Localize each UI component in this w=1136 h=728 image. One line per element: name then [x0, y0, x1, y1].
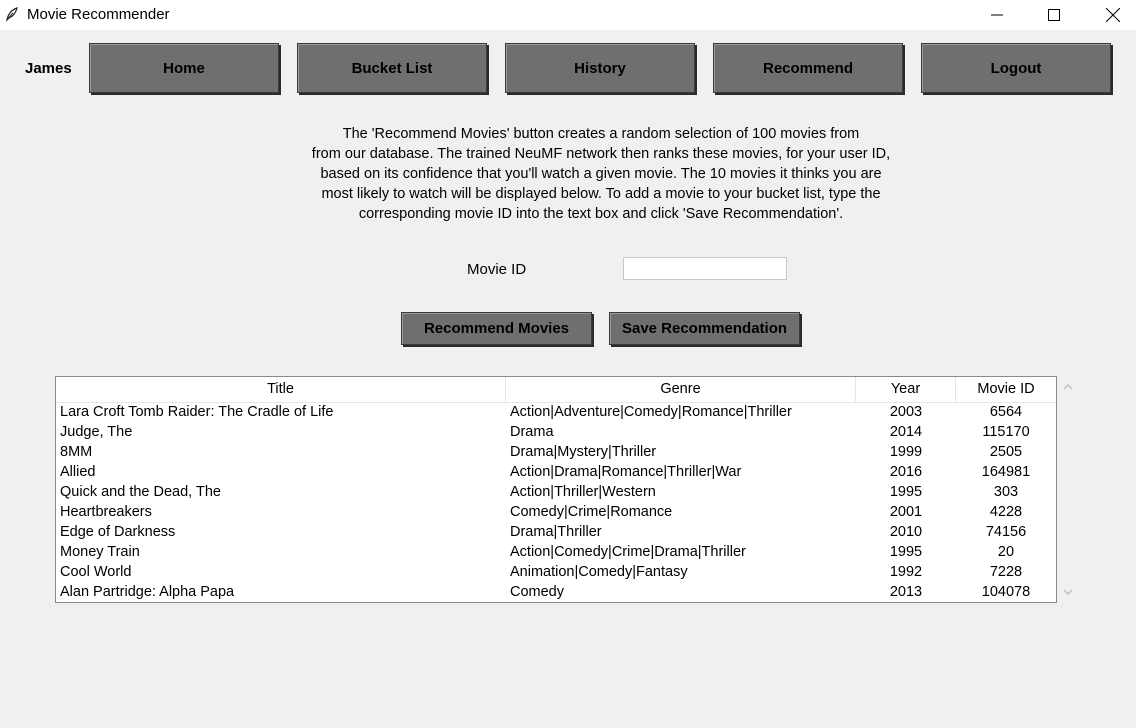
recommend-movies-button[interactable]: Recommend Movies: [401, 312, 592, 345]
cell-movie-id: 7228: [989, 564, 1023, 580]
cell-year: 1999: [889, 444, 923, 460]
table-row[interactable]: Quick and the Dead, The Action|Thriller|…: [56, 482, 1056, 502]
cell-movie-id: 6564: [989, 404, 1023, 420]
cell-title: 8MM: [60, 444, 93, 460]
save-recommendation-button[interactable]: Save Recommendation: [609, 312, 800, 345]
history-button[interactable]: History: [505, 43, 695, 93]
title-bar: Movie Recommender: [0, 0, 1136, 30]
movie-id-input[interactable]: [623, 257, 787, 280]
column-header-movie-id[interactable]: Movie ID: [956, 377, 1056, 402]
cell-year: 1995: [889, 484, 923, 500]
instructions-text: The 'Recommend Movies' button creates a …: [290, 124, 912, 224]
maximize-button[interactable]: [1031, 0, 1077, 30]
scroll-up-icon[interactable]: [1062, 381, 1074, 393]
table-row[interactable]: Lara Croft Tomb Raider: The Cradle of Li…: [56, 402, 1056, 422]
table-row[interactable]: Alan Partridge: Alpha Papa Comedy 2013 1…: [56, 582, 1056, 602]
feather-app-icon: [6, 7, 18, 22]
table-row[interactable]: Allied Action|Drama|Romance|Thriller|War…: [56, 462, 1056, 482]
cell-title: Heartbreakers: [60, 504, 152, 520]
table-header: Title Genre Year Movie ID: [56, 377, 1056, 403]
cell-genre: Action|Comedy|Crime|Drama|Thriller: [510, 544, 746, 560]
minimize-icon: [991, 14, 1003, 16]
table-row[interactable]: Edge of Darkness Drama|Thriller 2010 741…: [56, 522, 1056, 542]
cell-movie-id: 4228: [989, 504, 1023, 520]
cell-genre: Comedy|Crime|Romance: [510, 504, 673, 520]
bucket-list-button[interactable]: Bucket List: [297, 43, 487, 93]
recommend-button[interactable]: Recommend: [713, 43, 903, 93]
close-icon: [1106, 8, 1120, 22]
cell-year: 2013: [889, 584, 923, 600]
table-row[interactable]: Cool World Animation|Comedy|Fantasy 1992…: [56, 562, 1056, 582]
cell-genre: Action|Thriller|Western: [510, 484, 656, 500]
instructions-line: corresponding movie ID into the text box…: [358, 206, 844, 222]
cell-movie-id: 74156: [985, 524, 1027, 540]
cell-title: Money Train: [60, 544, 140, 560]
cell-genre: Drama: [510, 424, 554, 440]
close-button[interactable]: [1090, 0, 1136, 30]
movie-id-label: Movie ID: [467, 261, 527, 278]
instructions-line: based on its confidence that you'll watc…: [320, 166, 882, 182]
table-body: Lara Croft Tomb Raider: The Cradle of Li…: [56, 402, 1056, 602]
cell-genre: Drama|Mystery|Thriller: [510, 444, 657, 460]
table-row[interactable]: Money Train Action|Comedy|Crime|Drama|Th…: [56, 542, 1056, 562]
instructions-line: most likely to watch will be displayed b…: [321, 186, 881, 202]
recommendations-table[interactable]: Title Genre Year Movie ID Lara Croft Tom…: [55, 376, 1057, 603]
cell-movie-id: 164981: [981, 464, 1031, 480]
cell-title: Alan Partridge: Alpha Papa: [60, 584, 235, 600]
cell-title: Judge, The: [60, 424, 133, 440]
cell-title: Edge of Darkness: [60, 524, 176, 540]
cell-year: 2001: [889, 504, 923, 520]
cell-year: 2003: [889, 404, 923, 420]
cell-movie-id: 20: [997, 544, 1015, 560]
scroll-down-icon[interactable]: [1062, 586, 1074, 598]
cell-movie-id: 303: [993, 484, 1019, 500]
cell-title: Quick and the Dead, The: [60, 484, 221, 500]
cell-movie-id: 2505: [989, 444, 1023, 460]
cell-year: 2014: [889, 424, 923, 440]
cell-title: Cool World: [60, 564, 132, 580]
cell-genre: Comedy: [510, 584, 564, 600]
maximize-icon: [1048, 9, 1060, 21]
column-header-genre[interactable]: Genre: [506, 377, 856, 402]
cell-title: Allied: [60, 464, 96, 480]
instructions-line: from our database. The trained NeuMF net…: [311, 146, 891, 162]
cell-movie-id: 104078: [981, 584, 1031, 600]
cell-genre: Animation|Comedy|Fantasy: [510, 564, 688, 580]
instructions-line: The 'Recommend Movies' button creates a …: [342, 126, 860, 142]
cell-year: 1992: [889, 564, 923, 580]
column-header-title[interactable]: Title: [56, 377, 506, 402]
logout-button[interactable]: Logout: [921, 43, 1111, 93]
cell-genre: Action|Adventure|Comedy|Romance|Thriller: [510, 404, 792, 420]
table-row[interactable]: 8MM Drama|Mystery|Thriller 1999 2505: [56, 442, 1056, 462]
username-label: James: [25, 60, 72, 77]
cell-genre: Drama|Thriller: [510, 524, 602, 540]
window-title: Movie Recommender: [27, 6, 170, 23]
cell-genre: Action|Drama|Romance|Thriller|War: [510, 464, 742, 480]
table-row[interactable]: Judge, The Drama 2014 115170: [56, 422, 1056, 442]
minimize-button[interactable]: [974, 0, 1020, 30]
cell-year: 2010: [889, 524, 923, 540]
cell-movie-id: 115170: [982, 424, 1030, 440]
home-button[interactable]: Home: [89, 43, 279, 93]
cell-year: 2016: [889, 464, 923, 480]
cell-title: Lara Croft Tomb Raider: The Cradle of Li…: [60, 404, 334, 420]
column-header-year[interactable]: Year: [856, 377, 956, 402]
cell-year: 1995: [889, 544, 923, 560]
table-row[interactable]: Heartbreakers Comedy|Crime|Romance 2001 …: [56, 502, 1056, 522]
